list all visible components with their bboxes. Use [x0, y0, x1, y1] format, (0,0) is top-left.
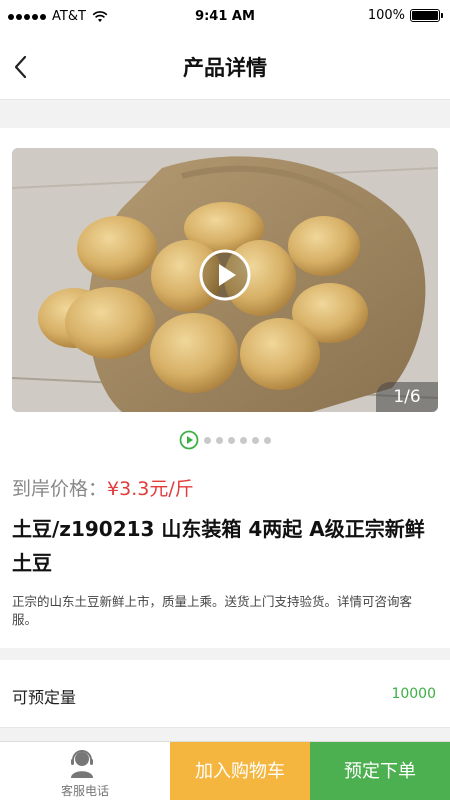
- status-bar: AT&T 9:41 AM 100%: [0, 0, 450, 34]
- gallery-dot[interactable]: [228, 436, 235, 444]
- battery-icon: [410, 9, 443, 22]
- video-indicator-icon[interactable]: [179, 430, 199, 450]
- gallery-dot[interactable]: [264, 436, 271, 444]
- play-circle-icon[interactable]: [198, 248, 252, 302]
- place-order-button[interactable]: 预定下单: [310, 742, 450, 800]
- bottom-action-bar: 客服电话 加入购物车 预定下单: [0, 741, 450, 800]
- gallery-indicators: [0, 430, 450, 450]
- battery-percent: 100%: [367, 8, 405, 23]
- status-right: 100%: [367, 8, 443, 23]
- gallery-dot[interactable]: [204, 436, 211, 444]
- product-title: 土豆/z190213 山东装箱 4两起 A级正宗新鲜土豆: [12, 517, 425, 575]
- stock-row: 可预定量 10000: [0, 660, 450, 728]
- headset-icon: [71, 750, 93, 778]
- product-description: 正宗的山东土豆新鲜上市，质量上乘。送货上门支持验货。详情可咨询客服。: [12, 594, 413, 627]
- customer-service-button[interactable]: 客服电话: [0, 742, 170, 800]
- stock-label: 可预定量: [12, 688, 77, 707]
- price-label: 到岸价格：: [12, 478, 108, 500]
- product-card: 1/6 到岸价格：¥3.3元/斤 土豆/z190213 山东装箱 4两起 A级正…: [0, 128, 450, 648]
- gallery-dot[interactable]: [216, 436, 223, 444]
- price-value: ¥3.3元/斤: [107, 478, 194, 500]
- image-counter: 1/6: [376, 382, 438, 412]
- gallery-dot[interactable]: [240, 436, 247, 444]
- stock-value: 10000: [391, 686, 436, 702]
- gallery-dot[interactable]: [252, 436, 259, 444]
- product-image-gallery[interactable]: 1/6: [12, 148, 438, 412]
- add-to-cart-button[interactable]: 加入购物车: [170, 742, 310, 800]
- nav-bar: 产品详情: [0, 34, 450, 100]
- customer-service-label: 客服电话: [60, 784, 109, 798]
- price-row: 到岸价格：¥3.3元/斤: [12, 474, 194, 501]
- page-title: 产品详情: [183, 56, 267, 80]
